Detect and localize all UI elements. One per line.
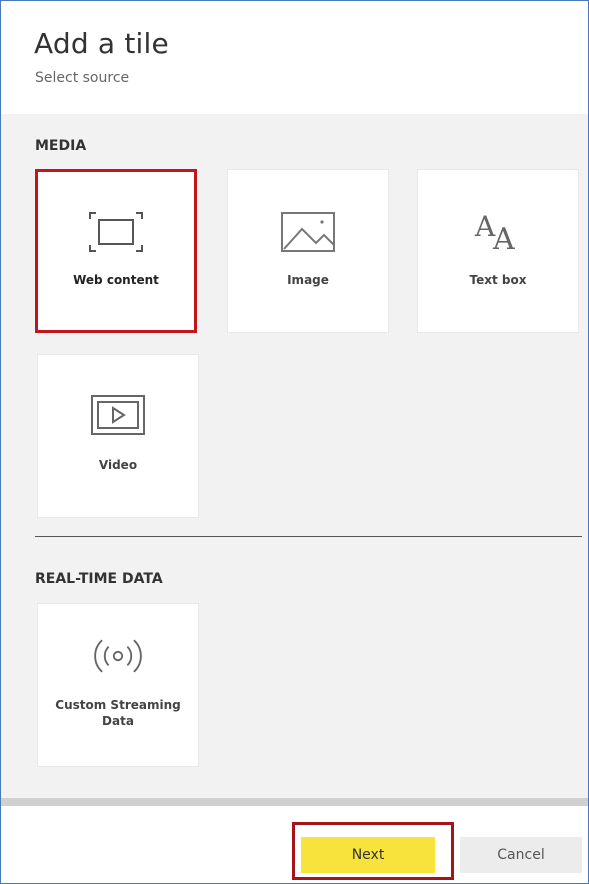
tile-web-content[interactable]: Web content xyxy=(35,169,197,333)
tile-label: Web content xyxy=(73,273,159,287)
tile-label: Text box xyxy=(469,273,527,287)
tile-label: Image xyxy=(287,273,329,287)
dialog-title: Add a tile xyxy=(34,27,169,60)
tile-image[interactable]: Image xyxy=(227,169,389,333)
svg-text:A: A xyxy=(492,222,515,252)
tile-text-box[interactable]: A A Text box xyxy=(417,169,579,333)
tile-custom-streaming-data[interactable]: Custom Streaming Data xyxy=(37,603,199,767)
web-content-icon xyxy=(88,210,144,254)
tile-source-list: MEDIA Web content Image A A Text box Vid… xyxy=(1,114,588,806)
dialog-subtitle: Select source xyxy=(35,70,130,86)
tile-video[interactable]: Video xyxy=(37,354,199,518)
image-icon xyxy=(280,210,336,254)
scroll-bottom-band xyxy=(1,798,588,806)
video-icon xyxy=(90,393,146,437)
next-button[interactable]: Next xyxy=(301,837,435,873)
dialog-header: Add a tile Select source xyxy=(1,1,588,114)
streaming-icon xyxy=(90,634,146,678)
cancel-button[interactable]: Cancel xyxy=(460,837,582,873)
tile-label: Video xyxy=(98,458,138,472)
section-divider xyxy=(35,536,582,537)
section-label-real-time-data: REAL-TIME DATA xyxy=(35,571,163,587)
tile-label-line1: Custom Streaming xyxy=(55,698,181,712)
add-tile-dialog: Add a tile Select source MEDIA Web conte… xyxy=(0,0,589,884)
section-label-media: MEDIA xyxy=(35,138,87,154)
text-box-icon: A A xyxy=(470,208,526,252)
dialog-footer: Next Cancel xyxy=(1,806,588,883)
tile-label-line2: Data xyxy=(102,714,134,728)
